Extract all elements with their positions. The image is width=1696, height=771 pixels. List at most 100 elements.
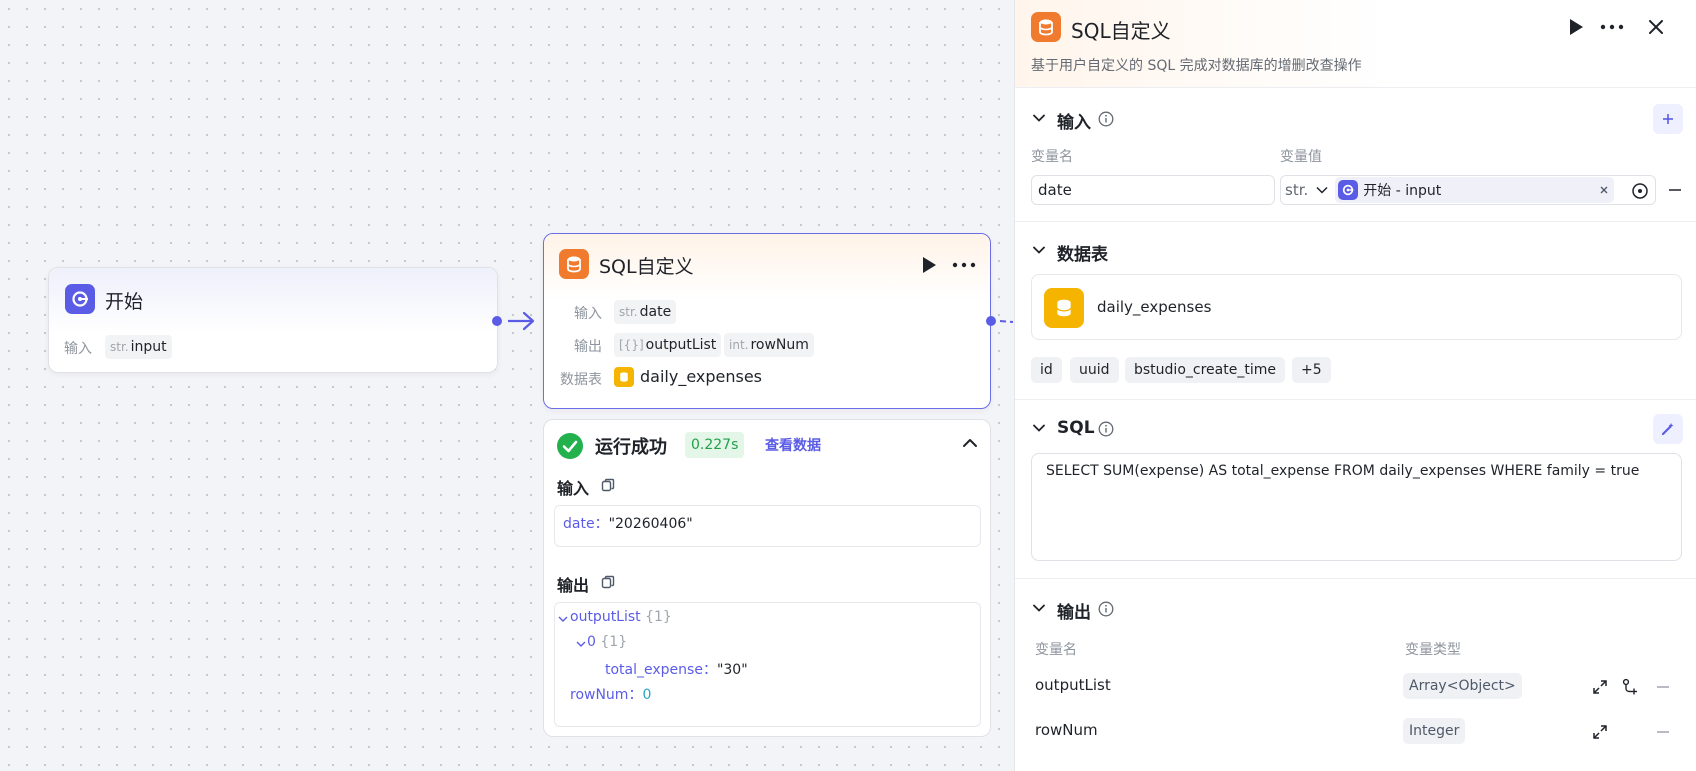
var-name: input (130, 339, 167, 355)
close-icon[interactable] (1647, 18, 1665, 36)
json-key: total_expense (605, 662, 703, 678)
sql-node-input-chip: str. date (614, 300, 677, 324)
add-input-button[interactable] (1653, 104, 1683, 134)
play-icon[interactable] (921, 256, 937, 274)
input-section-title: 输入 (1057, 113, 1091, 133)
input-var-value-field[interactable]: str. 开始 - input (1280, 175, 1656, 205)
type-label: str. (110, 340, 129, 354)
start-node-input-chip: str. input (105, 335, 172, 359)
json-key: outputList (570, 609, 641, 625)
sql-editor[interactable]: SELECT SUM(expense) AS total_expense FRO… (1031, 453, 1682, 561)
input-col-name: 变量名 (1031, 149, 1073, 165)
sql-node[interactable]: SQL自定义 输入 str. date 输出 [{}] outputList i… (543, 233, 991, 409)
expand-icon[interactable] (1592, 724, 1608, 740)
output-row-name: rowNum (1035, 721, 1098, 739)
table-section-title: 数据表 (1057, 245, 1108, 265)
start-icon (1338, 180, 1359, 200)
result-output-box: outputList {1} 0 {1} total_expense："30" … (554, 602, 981, 727)
remove-output-icon[interactable] (1657, 731, 1669, 733)
outgoing-edge (999, 320, 1014, 323)
result-input-title: 输入 (557, 479, 590, 498)
sql-node-table-name: daily_expenses (640, 367, 763, 386)
sql-node-output-chip-2: int. rowNum (724, 333, 814, 357)
copy-icon[interactable] (601, 478, 615, 492)
sql-node-table-label: 数据表 (560, 372, 602, 388)
output-row-type: Integer (1403, 718, 1466, 744)
sql-query-text: SELECT SUM(expense) AS total_expense FRO… (1046, 463, 1640, 479)
var-name: date (639, 304, 672, 320)
type-label: [{}] (619, 338, 644, 352)
more-icon[interactable] (952, 262, 976, 268)
info-icon[interactable] (1098, 421, 1114, 437)
type-label: str. (619, 305, 638, 319)
add-child-icon[interactable] (1621, 678, 1639, 696)
type-label: int. (729, 338, 749, 352)
sql-section-title: SQL (1057, 418, 1095, 438)
remove-output-icon[interactable] (1657, 686, 1669, 688)
sql-node-output-port[interactable] (986, 316, 996, 326)
var-name: rowNum (750, 337, 809, 353)
input-var-name-field[interactable]: date (1031, 175, 1275, 205)
chevron-down-icon[interactable] (1033, 246, 1045, 254)
clear-icon[interactable] (1600, 186, 1608, 194)
type-select[interactable]: str. (1285, 181, 1308, 199)
panel-title: SQL自定义 (1071, 19, 1171, 43)
info-icon[interactable] (1098, 111, 1114, 127)
chevron-down-icon[interactable] (1033, 424, 1045, 432)
result-input-box: date："20260406" (554, 505, 981, 547)
chevron-down-icon[interactable] (558, 615, 568, 623)
table-field-tag: bstudio_create_time (1125, 357, 1285, 383)
output-row-name: outputList (1035, 676, 1111, 694)
play-icon[interactable] (1568, 18, 1584, 36)
chevron-up-icon[interactable] (962, 438, 978, 448)
chevron-down-icon[interactable] (1033, 604, 1045, 612)
output-col-name: 变量名 (1035, 642, 1077, 658)
json-count: {1} (600, 634, 628, 650)
output-col-type: 变量类型 (1405, 642, 1461, 658)
table-icon (1044, 288, 1084, 328)
expand-icon[interactable] (1592, 679, 1608, 695)
more-icon[interactable] (1600, 24, 1624, 30)
start-node-input-label: 输入 (64, 341, 92, 357)
sql-node-output-label: 输出 (574, 339, 602, 355)
chevron-down-icon[interactable] (576, 640, 586, 648)
sql-node-output-chip-1: [{}] outputList (614, 333, 722, 357)
sql-node-title: SQL自定义 (599, 256, 694, 278)
table-icon (614, 367, 634, 387)
database-icon (1031, 12, 1061, 42)
table-card-name: daily_expenses (1097, 298, 1212, 316)
json-key: rowNum (570, 687, 629, 703)
connection-arrow (508, 311, 535, 331)
table-card[interactable]: daily_expenses (1031, 274, 1682, 340)
success-icon (557, 433, 583, 459)
json-count: {1} (645, 609, 672, 625)
run-result-panel: 运行成功 0.227s 查看数据 输入 date："20260406" 输出 o… (543, 419, 991, 737)
database-icon (559, 249, 589, 279)
chevron-down-icon[interactable] (1033, 114, 1045, 122)
result-output-title: 输出 (557, 576, 590, 595)
json-value: "20260406" (608, 516, 693, 532)
start-node[interactable]: 开始 输入 str. input (48, 267, 498, 373)
table-field-more-tag[interactable]: +5 (1292, 357, 1331, 383)
run-duration-badge: 0.227s (685, 432, 745, 458)
table-field-tag: uuid (1070, 357, 1119, 383)
panel-description: 基于用户自定义的 SQL 完成对数据库的增删改查操作 (1031, 58, 1362, 74)
input-col-value: 变量值 (1280, 149, 1322, 165)
remove-input-icon[interactable] (1669, 189, 1681, 191)
view-data-link[interactable]: 查看数据 (765, 435, 821, 455)
table-field-tag: id (1031, 357, 1062, 383)
json-index: 0 (587, 634, 596, 650)
ai-generate-button[interactable] (1653, 414, 1683, 444)
panel-header: SQL自定义 基于用户自定义的 SQL 完成对数据库的增删改查操作 (1015, 0, 1696, 88)
start-node-output-port[interactable] (492, 316, 502, 326)
json-value: "30" (716, 662, 748, 678)
variable-reference-chip[interactable]: 开始 - input (1335, 177, 1615, 203)
sql-node-input-label: 输入 (574, 306, 602, 322)
info-icon[interactable] (1098, 601, 1114, 617)
start-node-title: 开始 (105, 291, 144, 313)
json-value: 0 (642, 687, 652, 703)
var-name: outputList (645, 337, 717, 353)
chevron-down-icon[interactable] (1316, 186, 1328, 194)
variable-picker-icon[interactable] (1631, 182, 1649, 200)
copy-icon[interactable] (601, 575, 615, 589)
